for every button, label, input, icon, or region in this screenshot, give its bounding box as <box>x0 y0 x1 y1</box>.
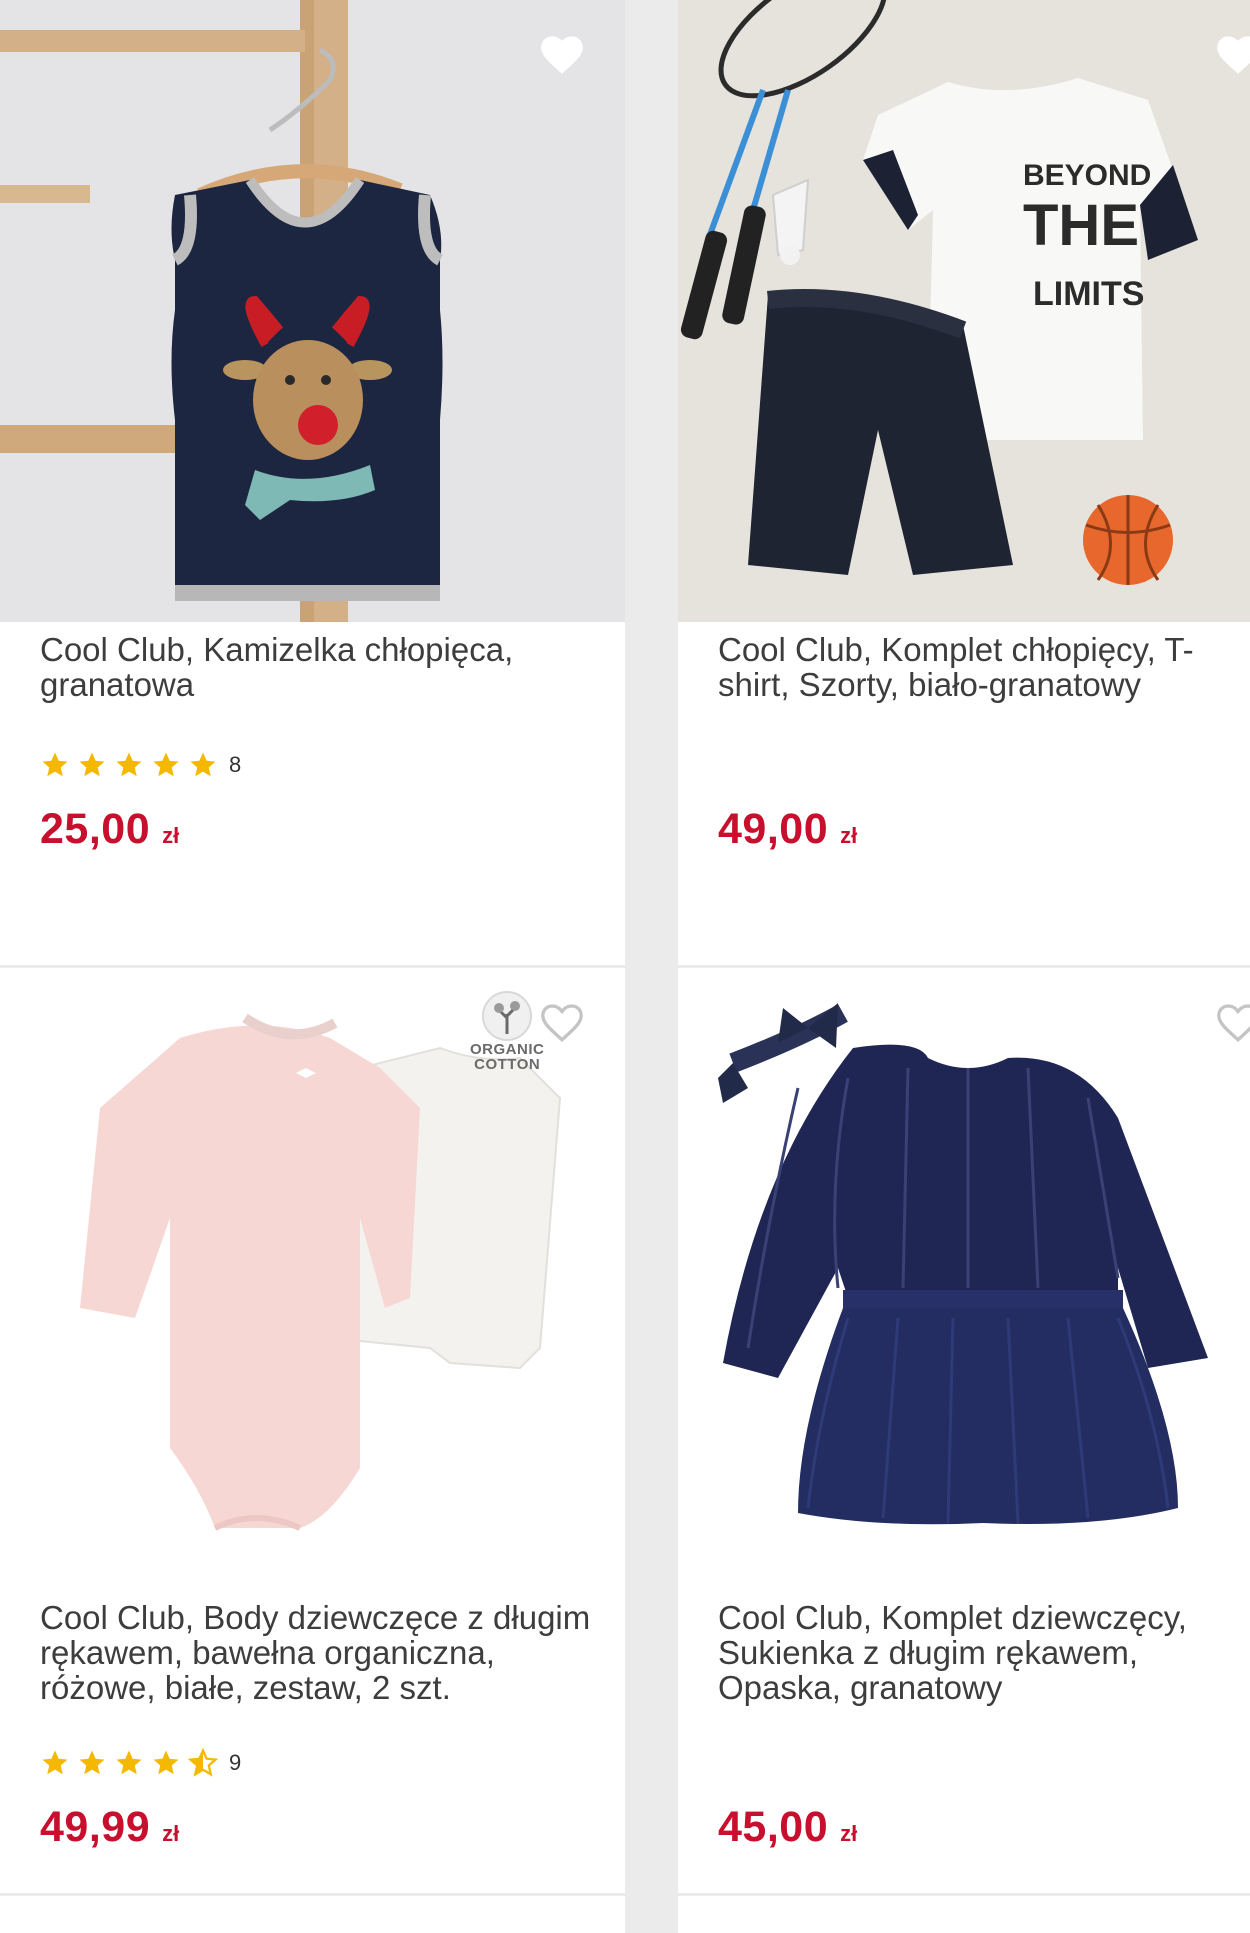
tshirt-shorts-set-image: BEYOND THE LIMITS <box>680 0 1198 585</box>
product-price: 45,00 zł <box>718 1803 857 1852</box>
price-currency: zł <box>162 1821 180 1846</box>
star-icon <box>153 752 179 777</box>
price-currency: zł <box>840 1821 858 1846</box>
product-rating: 9 <box>40 1748 241 1778</box>
star-icon <box>42 1750 68 1775</box>
rating-count: 9 <box>229 1750 242 1775</box>
star-icon <box>116 1750 142 1775</box>
price-amount: 49,00 <box>718 805 829 853</box>
knit-vest-reindeer-image <box>0 0 444 622</box>
product-image[interactable]: BEYOND THE LIMITS <box>678 0 1250 622</box>
favorite-heart-icon[interactable] <box>1213 30 1250 76</box>
star-icon <box>79 752 105 777</box>
shirt-print-line2: THE <box>1023 193 1139 258</box>
product-image[interactable] <box>678 968 1250 1568</box>
product-price: 25,00 zł <box>40 805 179 854</box>
product-card[interactable] <box>0 1896 625 1933</box>
product-card[interactable]: BEYOND THE LIMITS Cool Club, Komplet chł… <box>678 0 1250 965</box>
star-icon <box>42 752 68 777</box>
product-card[interactable]: Cool Club, Komplet dziewczęcy, Sukienka … <box>678 968 1250 1893</box>
badge-line2: COTTON <box>474 1056 541 1073</box>
rating-count: 8 <box>229 752 242 777</box>
tree-icon <box>482 991 533 1041</box>
star-icon <box>116 752 142 777</box>
star-icon <box>190 752 216 777</box>
price-amount: 25,00 <box>40 805 151 853</box>
product-image[interactable] <box>0 0 625 622</box>
product-rating: 8 <box>40 750 241 780</box>
product-card[interactable]: ORGANIC COTTON Cool Club, Body dziewczęc… <box>0 968 625 1893</box>
product-card[interactable]: Cool Club, Kamizelka chłopięca, granatow… <box>0 0 625 965</box>
product-title[interactable]: Cool Club, Body dziewczęce z długim ręka… <box>40 1600 595 1705</box>
badge-line1: ORGANIC <box>470 1041 545 1058</box>
organic-cotton-badge: ORGANIC COTTON <box>470 990 544 1072</box>
star-icon <box>153 1750 179 1775</box>
product-price: 49,00 zł <box>718 805 857 854</box>
favorite-heart-outline-icon[interactable] <box>1213 998 1250 1044</box>
price-currency: zł <box>162 823 180 848</box>
star-half-icon <box>188 1748 218 1777</box>
product-card[interactable] <box>678 1896 1250 1933</box>
product-price: 49,99 zł <box>40 1803 179 1852</box>
velvet-dress-headband-image <box>718 1003 1208 1525</box>
price-amount: 49,99 <box>40 1803 151 1851</box>
star-icon <box>79 1750 105 1775</box>
product-title[interactable]: Cool Club, Kamizelka chłopięca, granatow… <box>40 632 595 702</box>
shirt-print-line3: LIMITS <box>1033 275 1144 313</box>
price-amount: 45,00 <box>718 1803 829 1851</box>
price-currency: zł <box>840 823 858 848</box>
favorite-heart-icon[interactable] <box>537 30 587 76</box>
favorite-heart-outline-icon[interactable] <box>537 998 587 1044</box>
product-title[interactable]: Cool Club, Komplet chłopięcy, T-shirt, S… <box>718 632 1220 702</box>
shirt-print-line1: BEYOND <box>1023 159 1151 192</box>
product-title[interactable]: Cool Club, Komplet dziewczęcy, Sukienka … <box>718 1600 1220 1705</box>
